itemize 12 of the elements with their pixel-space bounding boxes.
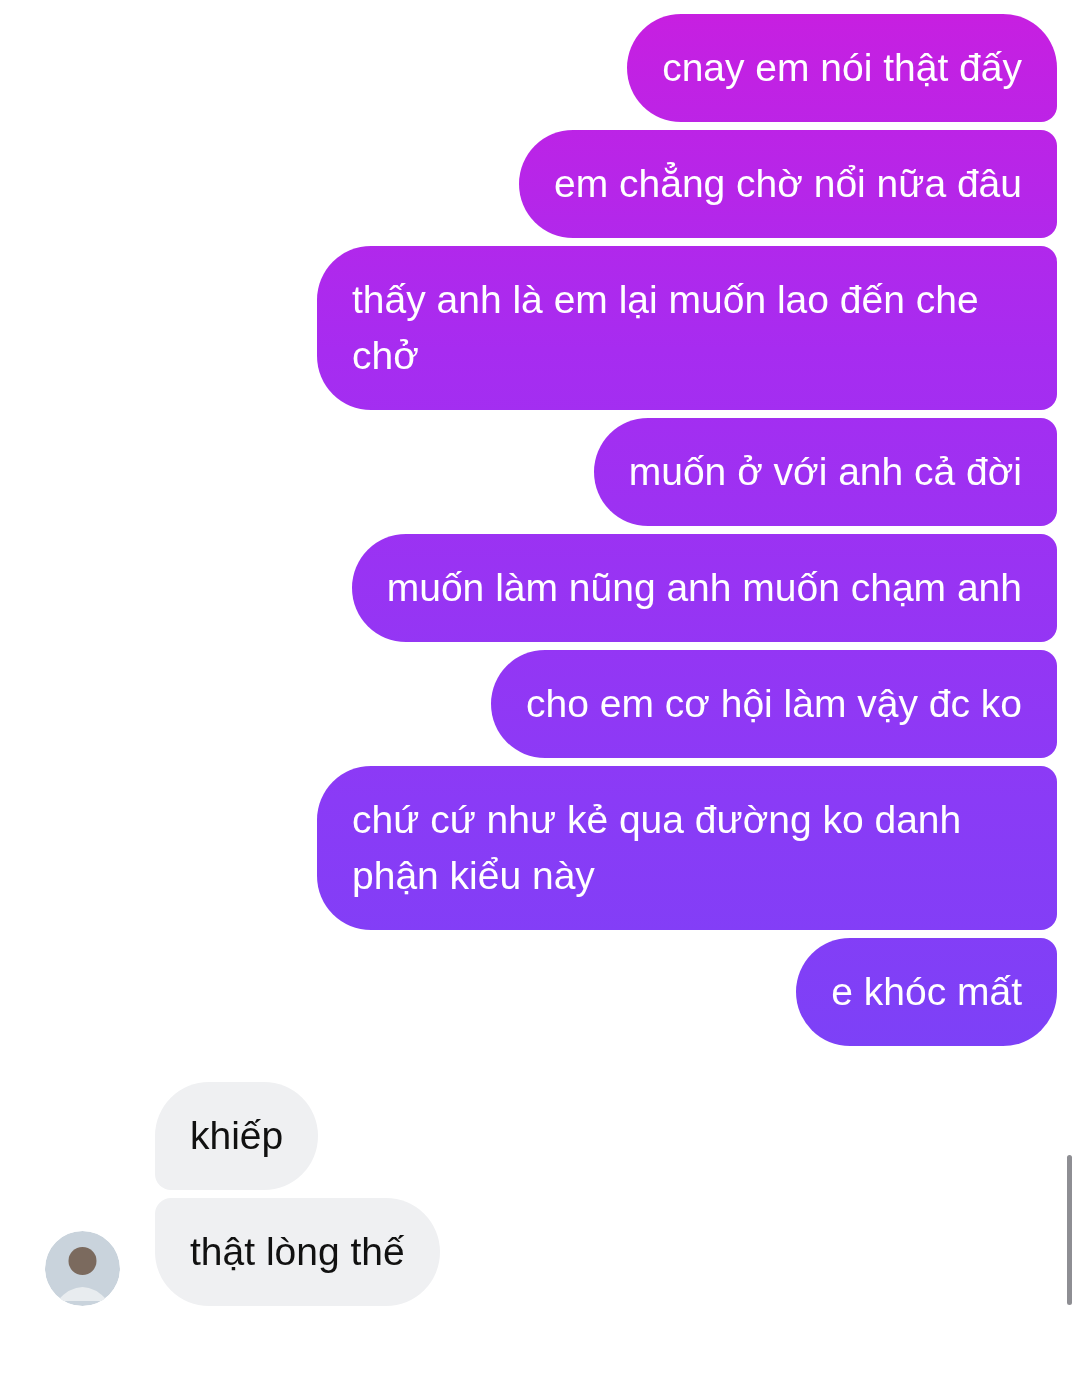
message-bubble: cnay em nói thật đấy [627, 14, 1057, 122]
message-bubble: e khóc mất [796, 938, 1057, 1046]
message-bubble: em chẳng chờ nổi nữa đâu [519, 130, 1057, 238]
message-bubble: muốn làm nũng anh muốn chạm anh [351, 534, 1057, 642]
message-bubble: chứ cứ như kẻ qua đường ko danh phận kiểu này [317, 766, 1057, 930]
message-bubble: cho em cơ hội làm vậy đc ko [491, 650, 1057, 758]
message-bubble: thấy anh là em lại muốn lao đến che chở [317, 246, 1057, 410]
message-bubble: thật lòng thế [155, 1198, 440, 1306]
message-bubble: khiếp [155, 1082, 319, 1190]
avatar[interactable] [45, 1231, 120, 1306]
message-bubble: muốn ở với anh cả đời [593, 418, 1057, 526]
scrollbar[interactable] [1067, 1155, 1072, 1305]
